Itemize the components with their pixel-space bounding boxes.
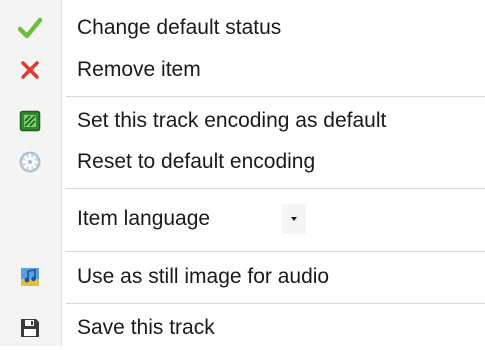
menu-item-remove-item[interactable]: Remove item	[0, 48, 485, 92]
menu-item-reset-encoding[interactable]: Reset to default encoding	[0, 140, 485, 184]
floppy-disk-icon	[17, 315, 43, 341]
menu-item-save-track[interactable]: Save this track	[0, 306, 485, 350]
menu-item-label: Remove item	[77, 58, 201, 81]
menu-item-label: Reset to default encoding	[77, 150, 316, 173]
item-language-label: Item language	[77, 207, 211, 230]
menu-item-label: Use as still image for audio	[77, 265, 330, 288]
menu-item-label: Change default status	[77, 16, 282, 39]
menu-separator	[66, 96, 485, 97]
menu-separator	[66, 251, 485, 252]
menu-item-change-default-status[interactable]: Change default status	[0, 6, 485, 50]
menu-item-set-encoding-default[interactable]: Set this track encoding as default	[0, 99, 485, 143]
menu-item-label: Set this track encoding as default	[77, 109, 387, 132]
menu-separator	[66, 188, 485, 189]
menu-item-label: Save this track	[77, 316, 215, 339]
dropdown-arrow-icon[interactable]	[282, 204, 306, 234]
gear-icon	[17, 149, 43, 175]
item-language-dropdown[interactable]: Item language	[66, 196, 306, 242]
remove-x-icon	[17, 57, 43, 83]
menu-separator	[66, 303, 485, 304]
context-menu: Change default status Remove item Set th…	[0, 0, 485, 346]
music-image-icon	[17, 264, 43, 290]
encoding-icon	[17, 108, 43, 134]
menu-item-use-still-image[interactable]: Use as still image for audio	[0, 255, 485, 299]
checkmark-icon	[17, 15, 43, 41]
